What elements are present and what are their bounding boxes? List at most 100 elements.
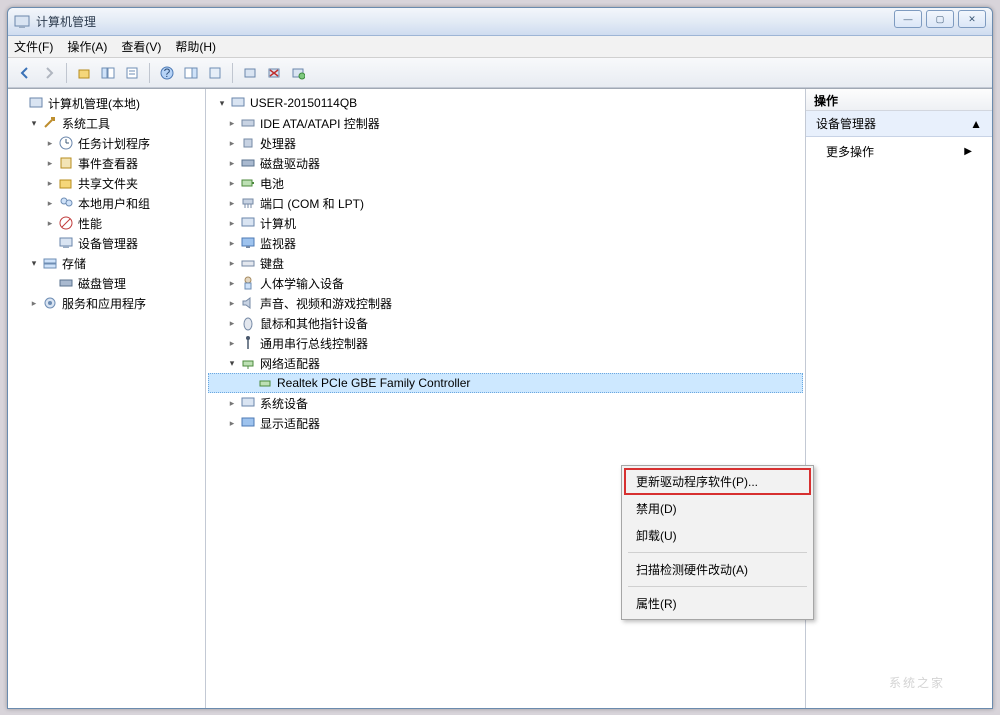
actions-more[interactable]: 更多操作 ▶ bbox=[806, 137, 992, 166]
context-menu: 更新驱动程序软件(P)... 禁用(D) 卸载(U) 扫描检测硬件改动(A) 属… bbox=[621, 465, 814, 620]
device-ports[interactable]: 端口 (COM 和 LPT) bbox=[208, 193, 803, 213]
device-ide[interactable]: IDE ATA/ATAPI 控制器 bbox=[208, 113, 803, 133]
device-network[interactable]: 网络适配器 bbox=[208, 353, 803, 373]
services-icon bbox=[42, 295, 58, 311]
maximize-button[interactable]: ▢ bbox=[926, 10, 954, 28]
device-hid[interactable]: 人体学输入设备 bbox=[208, 273, 803, 293]
audio-icon bbox=[240, 295, 256, 311]
menu-scan-hardware[interactable]: 扫描检测硬件改动(A) bbox=[624, 556, 811, 583]
main-window: 计算机管理 — ▢ ✕ 文件(F) 操作(A) 查看(V) 帮助(H) ? 计算… bbox=[7, 7, 993, 709]
port-icon bbox=[240, 195, 256, 211]
tree-root[interactable]: 计算机管理(本地) bbox=[10, 93, 203, 113]
ide-icon bbox=[240, 115, 256, 131]
monitor-icon bbox=[240, 235, 256, 251]
tree-system-tools[interactable]: 系统工具 bbox=[10, 113, 203, 133]
tree-task-scheduler[interactable]: 任务计划程序 bbox=[10, 133, 203, 153]
show-hide-tree-button[interactable] bbox=[97, 62, 119, 84]
device-disk[interactable]: 磁盘驱动器 bbox=[208, 153, 803, 173]
battery-icon bbox=[240, 175, 256, 191]
hdd-icon bbox=[240, 155, 256, 171]
close-button[interactable]: ✕ bbox=[958, 10, 986, 28]
share-icon bbox=[58, 175, 74, 191]
device-display[interactable]: 显示适配器 bbox=[208, 413, 803, 433]
actions-header: 操作 bbox=[806, 89, 992, 111]
tree-services-apps[interactable]: 服务和应用程序 bbox=[10, 293, 203, 313]
chevron-right-icon: ▶ bbox=[964, 146, 972, 157]
device-audio[interactable]: 声音、视频和游戏控制器 bbox=[208, 293, 803, 313]
window-title: 计算机管理 bbox=[36, 13, 986, 30]
device-pane: USER-20150114QB IDE ATA/ATAPI 控制器 处理器 磁盘… bbox=[206, 89, 806, 708]
menu-help[interactable]: 帮助(H) bbox=[175, 38, 216, 55]
perf-icon bbox=[58, 215, 74, 231]
help-button[interactable]: ? bbox=[156, 62, 178, 84]
tree-storage[interactable]: 存储 bbox=[10, 253, 203, 273]
menu-view[interactable]: 查看(V) bbox=[121, 38, 161, 55]
tree-disk-management[interactable]: 磁盘管理 bbox=[10, 273, 203, 293]
nic-icon bbox=[257, 375, 273, 391]
actions-section[interactable]: 设备管理器 ▲ bbox=[806, 111, 992, 137]
menu-properties[interactable]: 属性(R) bbox=[624, 590, 811, 617]
forward-button[interactable] bbox=[38, 62, 60, 84]
minimize-button[interactable]: — bbox=[894, 10, 922, 28]
usb-icon bbox=[240, 335, 256, 351]
tools-icon bbox=[42, 115, 58, 131]
device-battery[interactable]: 电池 bbox=[208, 173, 803, 193]
hid-icon bbox=[240, 275, 256, 291]
storage-icon bbox=[42, 255, 58, 271]
tree-shared-folders[interactable]: 共享文件夹 bbox=[10, 173, 203, 193]
menubar: 文件(F) 操作(A) 查看(V) 帮助(H) bbox=[8, 36, 992, 58]
disk-icon bbox=[58, 275, 74, 291]
menu-action[interactable]: 操作(A) bbox=[67, 38, 107, 55]
refresh-icon[interactable] bbox=[204, 62, 226, 84]
mouse-icon bbox=[240, 315, 256, 331]
display-icon bbox=[240, 415, 256, 431]
menu-separator bbox=[628, 586, 807, 587]
device-mgr-icon bbox=[58, 235, 74, 251]
clock-icon bbox=[58, 135, 74, 151]
tree-local-users[interactable]: 本地用户和组 bbox=[10, 193, 203, 213]
tree-event-viewer[interactable]: 事件查看器 bbox=[10, 153, 203, 173]
scan-hardware-button[interactable] bbox=[239, 62, 261, 84]
update-driver-button[interactable] bbox=[287, 62, 309, 84]
device-root[interactable]: USER-20150114QB bbox=[208, 93, 803, 113]
system-icon bbox=[240, 395, 256, 411]
properties-button[interactable] bbox=[121, 62, 143, 84]
device-computer[interactable]: 计算机 bbox=[208, 213, 803, 233]
content-area: 计算机管理(本地) 系统工具 任务计划程序 事件查看器 共享文件夹 本地用户和组… bbox=[8, 88, 992, 708]
device-cpu[interactable]: 处理器 bbox=[208, 133, 803, 153]
window-controls: — ▢ ✕ bbox=[894, 10, 986, 28]
action-pane-button[interactable] bbox=[180, 62, 202, 84]
cpu-icon bbox=[240, 135, 256, 151]
tree-performance[interactable]: 性能 bbox=[10, 213, 203, 233]
menu-disable[interactable]: 禁用(D) bbox=[624, 495, 811, 522]
device-keyboard[interactable]: 键盘 bbox=[208, 253, 803, 273]
network-icon bbox=[240, 355, 256, 371]
device-network-adapter[interactable]: Realtek PCIe GBE Family Controller bbox=[208, 373, 803, 393]
pc-icon bbox=[230, 95, 246, 111]
computer-mgmt-icon bbox=[28, 95, 44, 111]
device-mouse[interactable]: 鼠标和其他指针设备 bbox=[208, 313, 803, 333]
management-tree[interactable]: 计算机管理(本地) 系统工具 任务计划程序 事件查看器 共享文件夹 本地用户和组… bbox=[8, 89, 205, 708]
menu-separator bbox=[628, 552, 807, 553]
computer-icon bbox=[240, 215, 256, 231]
device-system[interactable]: 系统设备 bbox=[208, 393, 803, 413]
app-icon bbox=[14, 14, 30, 30]
tree-device-manager[interactable]: 设备管理器 bbox=[10, 233, 203, 253]
actions-pane: 操作 设备管理器 ▲ 更多操作 ▶ bbox=[806, 89, 992, 708]
device-monitor[interactable]: 监视器 bbox=[208, 233, 803, 253]
titlebar[interactable]: 计算机管理 — ▢ ✕ bbox=[8, 8, 992, 36]
device-usb[interactable]: 通用串行总线控制器 bbox=[208, 333, 803, 353]
uninstall-button[interactable] bbox=[263, 62, 285, 84]
keyboard-icon bbox=[240, 255, 256, 271]
collapse-icon: ▲ bbox=[970, 117, 982, 131]
menu-update-driver[interactable]: 更新驱动程序软件(P)... bbox=[624, 468, 811, 495]
event-icon bbox=[58, 155, 74, 171]
back-button[interactable] bbox=[14, 62, 36, 84]
left-pane: 计算机管理(本地) 系统工具 任务计划程序 事件查看器 共享文件夹 本地用户和组… bbox=[8, 89, 206, 708]
up-button[interactable] bbox=[73, 62, 95, 84]
menu-file[interactable]: 文件(F) bbox=[14, 38, 53, 55]
svg-text:?: ? bbox=[164, 66, 171, 80]
users-icon bbox=[58, 195, 74, 211]
menu-uninstall[interactable]: 卸载(U) bbox=[624, 522, 811, 549]
toolbar: ? bbox=[8, 58, 992, 88]
